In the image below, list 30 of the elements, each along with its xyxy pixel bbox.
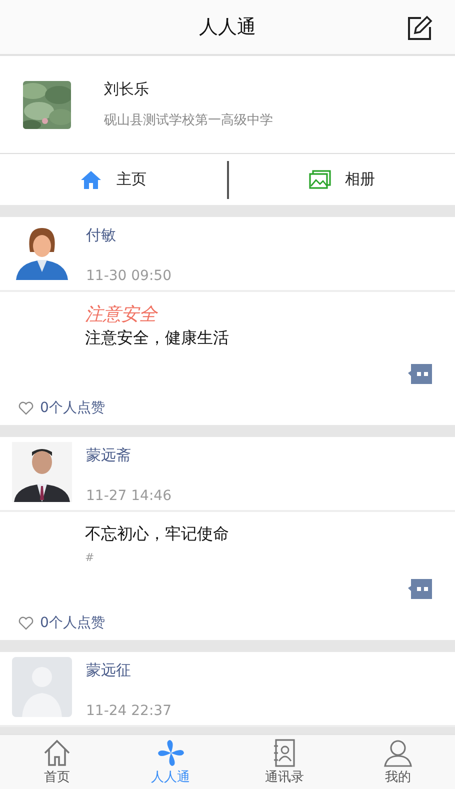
edit-icon[interactable] xyxy=(407,15,433,41)
like-count: 0个人点赞 xyxy=(40,614,105,632)
post-text: 注意安全，健康生活 xyxy=(85,328,230,349)
home-icon xyxy=(80,170,102,190)
image-icon xyxy=(308,170,331,190)
author-name[interactable]: 蒙远斋 xyxy=(86,446,172,465)
comment-icon[interactable] xyxy=(407,363,433,385)
author-name[interactable]: 付敏 xyxy=(86,226,172,245)
like-count: 0个人点赞 xyxy=(40,399,105,417)
post-time: 11-24 22:37 xyxy=(86,703,172,719)
school-name: 砚山县测试学校第一高级中学 xyxy=(104,112,273,129)
post-time: 11-30 09:50 xyxy=(86,268,172,284)
nav-tab[interactable]: 我的 xyxy=(341,735,455,789)
user-name: 刘长乐 xyxy=(104,80,150,99)
page-title: 人人通 xyxy=(199,15,256,40)
tab[interactable]: 主页 xyxy=(116,170,146,189)
post-tag: # xyxy=(85,551,433,564)
user-icon xyxy=(383,738,414,766)
home-icon xyxy=(42,738,72,766)
comment-icon[interactable] xyxy=(407,578,433,600)
post-time: 11-27 14:46 xyxy=(86,488,172,504)
nav-tab[interactable]: 首页 xyxy=(0,735,114,789)
nav-tab[interactable]: 通讯录 xyxy=(228,735,342,789)
post-text: 不忘初心，牢记使命 xyxy=(85,524,230,545)
post-title: 注意安全 xyxy=(85,303,159,326)
author-name[interactable]: 蒙远征 xyxy=(86,661,172,680)
heart-icon[interactable] xyxy=(18,401,34,415)
heart-icon[interactable] xyxy=(18,616,34,630)
pinwheel-icon xyxy=(156,738,186,766)
tab[interactable]: 相册 xyxy=(344,170,375,189)
